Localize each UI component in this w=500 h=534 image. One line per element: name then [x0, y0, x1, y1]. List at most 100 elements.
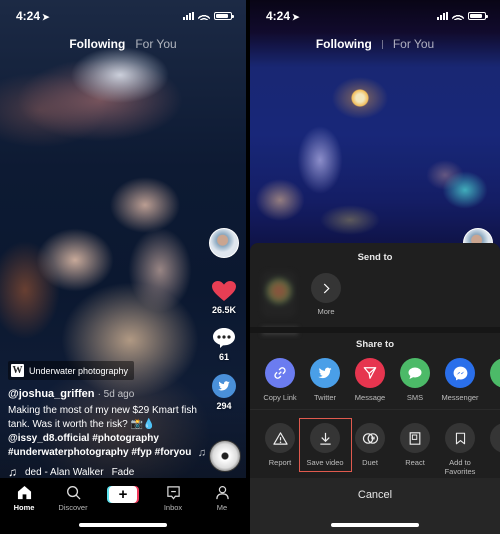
- share-label: Twitter: [313, 393, 337, 402]
- create-button[interactable]: +: [109, 486, 137, 503]
- creator-avatar[interactable]: [209, 228, 239, 258]
- send-to-row: More: [250, 265, 500, 335]
- sound-disc-icon[interactable]: [209, 440, 241, 472]
- messenger-icon: [445, 358, 475, 388]
- cellular-signal-icon: [183, 11, 194, 20]
- status-bar: 4:24 ➤: [0, 0, 246, 30]
- sheet-divider: [250, 327, 500, 333]
- bookmark-icon: [445, 423, 475, 453]
- sound-title: ded - Alan Walker: [25, 466, 104, 478]
- location-arrow-icon: ➤: [42, 12, 50, 22]
- heart-icon: [211, 280, 237, 302]
- more-label: More: [317, 307, 335, 316]
- description: Making the most of my new $29 Kmart fish…: [8, 404, 208, 460]
- status-icons: [183, 11, 234, 20]
- action-duet[interactable]: Duet: [348, 423, 392, 467]
- nav-discover-label: Discover: [58, 503, 88, 512]
- comment-icon: [212, 327, 236, 349]
- side-actions: 26.5K 61 294: [206, 228, 242, 411]
- sound-title-next: Fade: [111, 466, 135, 478]
- music-note-icon: ♫: [8, 465, 17, 479]
- link-icon: [265, 358, 295, 388]
- action-report[interactable]: Report: [258, 423, 302, 467]
- wikipedia-icon: W: [11, 364, 24, 377]
- sound-marquee[interactable]: ♫ ded - Alan Walker Fade: [8, 465, 208, 479]
- live-photo-icon: [490, 423, 500, 453]
- share-whatsapp[interactable]: W: [483, 358, 500, 402]
- share-message[interactable]: Message: [348, 358, 392, 402]
- nav-inbox-label: Inbox: [163, 503, 183, 512]
- action-label: Report: [268, 458, 292, 467]
- react-icon: [400, 423, 430, 453]
- feed-tabs: Following For You: [250, 37, 500, 51]
- chevron-right-icon: [323, 283, 330, 293]
- nav-home[interactable]: Home: [2, 484, 46, 512]
- tab-separator: [381, 39, 383, 49]
- description-text: Making the most of my new $29 Kmart fish…: [8, 405, 197, 430]
- whatsapp-icon: [490, 358, 500, 388]
- action-react[interactable]: React: [393, 423, 437, 467]
- sms-icon: [400, 358, 430, 388]
- share-sms[interactable]: SMS: [393, 358, 437, 402]
- nav-inbox[interactable]: Inbox: [151, 484, 195, 512]
- tab-for-you[interactable]: For You: [135, 37, 176, 51]
- share-label: SMS: [406, 393, 424, 402]
- inbox-icon: [166, 484, 181, 500]
- share-count: 294: [216, 401, 232, 411]
- like-button[interactable]: 26.5K: [211, 280, 237, 315]
- cancel-button[interactable]: Cancel: [250, 478, 500, 534]
- save-video-highlight: [299, 418, 352, 472]
- home-indicator[interactable]: [331, 523, 419, 527]
- hashtags-line[interactable]: #underwaterphotography #fyp #foryou: [8, 446, 208, 460]
- username[interactable]: @joshua_griffen: [8, 388, 95, 400]
- feed-tabs: Following For You: [0, 37, 246, 51]
- share-copy-link[interactable]: Copy Link: [258, 358, 302, 402]
- more-button[interactable]: [311, 273, 341, 303]
- create-plus-icon: +: [118, 486, 128, 503]
- left-phone-screen: 4:24 ➤ Following For You 26.5K 61 294 ♫ …: [0, 0, 246, 534]
- nav-discover[interactable]: Discover: [51, 484, 95, 512]
- share-button[interactable]: 294: [212, 374, 236, 411]
- share-messenger[interactable]: Messenger: [438, 358, 482, 402]
- status-time-text: 4:24: [266, 9, 291, 23]
- home-indicator[interactable]: [79, 523, 167, 527]
- comment-count: 61: [218, 352, 229, 362]
- share-to-title: Share to: [355, 339, 394, 350]
- mention-tags-1[interactable]: @issy_d8.official #photography: [8, 432, 208, 446]
- status-icons: [437, 11, 488, 20]
- nav-home-label: Home: [13, 503, 35, 512]
- send-to-title: Send to: [357, 252, 393, 263]
- status-time: 4:24 ➤: [16, 9, 50, 23]
- share-twitter[interactable]: Twitter: [303, 358, 347, 402]
- comment-button[interactable]: 61: [212, 327, 236, 362]
- search-icon: [66, 484, 81, 500]
- action-label: Add to Favorites: [445, 458, 476, 476]
- share-label: Message: [354, 393, 386, 402]
- action-label: React: [405, 458, 425, 467]
- wifi-icon: [198, 11, 210, 20]
- post-age: · 5d ago: [97, 389, 135, 400]
- action-add-to-favorites[interactable]: Add to Favorites: [438, 423, 482, 476]
- tab-following[interactable]: Following: [69, 37, 125, 51]
- like-count: 26.5K: [211, 305, 237, 315]
- share-label: Copy Link: [263, 393, 297, 402]
- battery-icon: [468, 11, 488, 20]
- bottom-nav: Home Discover + Inbox Me: [0, 478, 246, 534]
- share-label: Messenger: [441, 393, 479, 402]
- location-arrow-icon: ➤: [292, 12, 300, 22]
- nav-me[interactable]: Me: [200, 484, 244, 512]
- tab-for-you[interactable]: For You: [393, 37, 434, 51]
- recent-contact-avatar[interactable]: [262, 271, 296, 317]
- action-label-line1: Add to: [449, 458, 471, 467]
- topic-tag[interactable]: W Underwater photography: [8, 361, 135, 380]
- battery-icon: [214, 11, 234, 20]
- right-phone-screen: 4:24 ➤ Following For You Send to More Sha…: [250, 0, 500, 534]
- tab-following[interactable]: Following: [316, 37, 372, 51]
- send-icon: [355, 358, 385, 388]
- warning-icon: [265, 423, 295, 453]
- duet-icon: [355, 423, 385, 453]
- status-time-text: 4:24: [16, 9, 41, 23]
- wifi-icon: [452, 11, 464, 20]
- action-live-photo[interactable]: Li: [483, 423, 500, 467]
- home-icon: [17, 484, 32, 500]
